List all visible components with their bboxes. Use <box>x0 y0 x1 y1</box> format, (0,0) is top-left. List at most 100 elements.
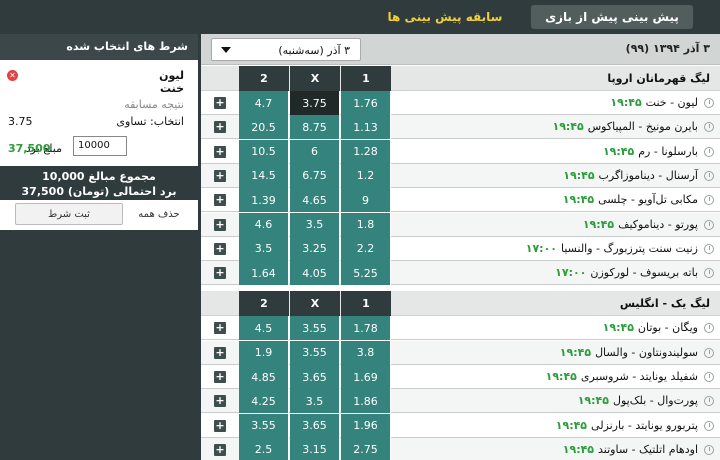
add-market-icon[interactable]: + <box>214 322 226 335</box>
add-market-icon[interactable]: + <box>214 194 226 207</box>
match-teams: سولیندونتاون - والسال <box>595 345 698 359</box>
odd-x-button[interactable]: 3.5 <box>290 389 340 414</box>
stake-input[interactable]: 10000 <box>73 136 127 156</box>
col-header-x: X <box>290 291 340 317</box>
match-row: +3.5 3.25 2.2 زنیت سنت پترزبورگ - والنسیا۱۷… <box>201 236 720 261</box>
match-title: باته بریسوف - لورکوزن۱۷:۰۰ <box>555 266 698 279</box>
odd-x-button[interactable]: 3.65 <box>290 413 340 438</box>
odd-1-button[interactable]: 1.86 <box>341 389 391 414</box>
odd-2-button[interactable]: 1.39 <box>239 188 289 213</box>
col-header-x: X <box>290 66 340 91</box>
odd-x-button[interactable]: 3.55 <box>290 316 340 341</box>
add-market-icon[interactable]: + <box>214 242 226 255</box>
tab-pre-match[interactable]: پیش بینی پیش از بازی <box>531 5 693 29</box>
odd-1-button[interactable]: 3.8 <box>341 340 391 365</box>
match-teams: باته بریسوف - لورکوزن <box>590 266 698 280</box>
match-row: +1.9 3.55 3.8 سولیندونتاون - والسال۱۹:۴۵ <box>201 340 720 365</box>
match-time: ۱۹:۴۵ <box>602 144 635 158</box>
odd-x-button[interactable]: 3.25 <box>290 236 340 261</box>
odd-x-button[interactable]: 3.5 <box>290 212 340 237</box>
match-teams: بایرن مونیخ - المپیاکوس <box>587 120 698 134</box>
match-row: +2.5 3.15 2.75 اودهام اتلتیک - ساوتند۱۹:۴۵ <box>201 437 720 460</box>
add-market-icon[interactable]: + <box>214 145 226 158</box>
odd-x-button[interactable]: 4.05 <box>290 261 340 286</box>
match-row: +1.64 4.05 5.25 باته بریسوف - لورکوزن۱۷:۰۰ <box>201 261 720 286</box>
win-amount: 37,500 <box>8 142 51 155</box>
match-row: +4.5 3.55 1.78 ویگان - بوتان۱۹:۴۵ <box>201 316 720 341</box>
match-title: آرسنال - دیناموزاگرب۱۹:۴۵ <box>563 169 698 182</box>
odd-1-button[interactable]: 1.96 <box>341 413 391 438</box>
odd-1-button[interactable]: 1.8 <box>341 212 391 237</box>
odd-1-button[interactable]: 2.2 <box>341 236 391 261</box>
add-market-icon[interactable]: + <box>214 267 226 280</box>
league-header: لیگ یک - انگلیس 1 X 2 <box>201 291 720 317</box>
add-market-icon[interactable]: + <box>214 346 226 359</box>
match-time: ۱۹:۴۵ <box>610 96 642 109</box>
match-row: +14.5 6.75 1.2 آرسنال - دیناموزاگرب۱۹:۴۵ <box>201 163 720 188</box>
date-select[interactable]: ۳ آذر (سه‌شنبه) <box>211 38 361 61</box>
odd-x-button[interactable]: 8.75 <box>290 115 340 140</box>
odd-2-button[interactable]: 3.55 <box>239 413 289 438</box>
match-teams: بارسلونا - رم <box>638 144 698 158</box>
odd-x-button[interactable]: 3.75 <box>290 91 340 115</box>
odd-x-button[interactable]: 4.65 <box>290 188 340 213</box>
betslip-market: نتیجه مسابقه <box>124 98 184 111</box>
odd-2-button[interactable]: 20.5 <box>239 115 289 140</box>
odd-2-button[interactable]: 2.5 <box>239 437 289 460</box>
odd-1-button[interactable]: 1.78 <box>341 316 391 341</box>
add-market-icon[interactable]: + <box>214 169 226 182</box>
submit-bet-button[interactable]: ثبت شرط <box>15 203 123 225</box>
odd-2-button[interactable]: 3.5 <box>239 236 289 261</box>
col-header-2: 2 <box>239 66 289 91</box>
tab-bet-history[interactable]: سابقه پیش بینی ها <box>370 5 520 29</box>
add-market-icon[interactable]: + <box>214 395 226 408</box>
odd-2-button[interactable]: 10.5 <box>239 139 289 164</box>
odd-1-button[interactable]: 9 <box>341 188 391 213</box>
match-row: +4.6 3.5 1.8 پورتو - دیناموکیف۱۹:۴۵ <box>201 212 720 237</box>
odd-1-button[interactable]: 2.75 <box>341 437 391 460</box>
odd-x-button[interactable]: 3.65 <box>290 365 340 389</box>
clear-all-button[interactable]: حذف همه <box>128 203 190 225</box>
clock-icon <box>704 146 714 157</box>
match-time: ۱۹:۴۵ <box>563 168 595 182</box>
clock-icon <box>704 195 714 206</box>
betslip-team-home: لیون <box>159 69 184 82</box>
odd-x-button[interactable]: 3.15 <box>290 437 340 460</box>
match-teams: لیون - خنت <box>645 96 698 109</box>
clock-icon <box>704 372 714 382</box>
add-market-icon[interactable]: + <box>214 218 226 231</box>
match-teams: پورت‌وال - بلک‌پول <box>612 394 698 408</box>
match-time: ۱۹:۴۵ <box>559 345 592 359</box>
add-market-icon[interactable]: + <box>214 371 226 383</box>
close-icon[interactable]: ✕ <box>7 70 18 81</box>
odd-2-button[interactable]: 4.85 <box>239 365 289 389</box>
match-row: +3.55 3.65 1.96 پتربورو یونایتد - بارنزلی۱۹… <box>201 413 720 438</box>
add-market-icon[interactable]: + <box>214 121 226 134</box>
odd-1-button[interactable]: 1.13 <box>341 115 391 140</box>
odd-2-button[interactable]: 14.5 <box>239 163 289 188</box>
add-market-icon[interactable]: + <box>214 443 226 456</box>
odd-2-button[interactable]: 4.7 <box>239 91 289 115</box>
match-time: ۱۹:۴۵ <box>562 193 595 207</box>
odd-x-button[interactable]: 3.55 <box>290 340 340 365</box>
odd-2-button[interactable]: 4.25 <box>239 389 289 414</box>
odd-2-button[interactable]: 4.5 <box>239 316 289 341</box>
odd-2-button[interactable]: 1.9 <box>239 340 289 365</box>
clock-icon <box>704 347 714 358</box>
odd-1-button[interactable]: 1.76 <box>341 91 391 115</box>
match-teams: پتربورو یونایتد - بارنزلی <box>591 418 698 432</box>
odd-1-button[interactable]: 1.28 <box>341 139 391 164</box>
match-teams: زنیت سنت پترزبورگ - والنسیا <box>561 241 698 255</box>
add-market-icon[interactable]: + <box>214 97 226 109</box>
odd-1-button[interactable]: 1.2 <box>341 163 391 188</box>
add-market-icon[interactable]: + <box>214 419 226 432</box>
clock-icon <box>704 268 714 279</box>
odd-x-button[interactable]: 6.75 <box>290 163 340 188</box>
match-teams: مکابی تل‌آویو - چلسی <box>598 193 698 207</box>
clock-icon <box>704 219 714 230</box>
odd-1-button[interactable]: 5.25 <box>341 261 391 286</box>
odd-2-button[interactable]: 4.6 <box>239 212 289 237</box>
odd-x-button[interactable]: 6 <box>290 139 340 164</box>
odd-1-button[interactable]: 1.69 <box>341 365 391 389</box>
odd-2-button[interactable]: 1.64 <box>239 261 289 286</box>
